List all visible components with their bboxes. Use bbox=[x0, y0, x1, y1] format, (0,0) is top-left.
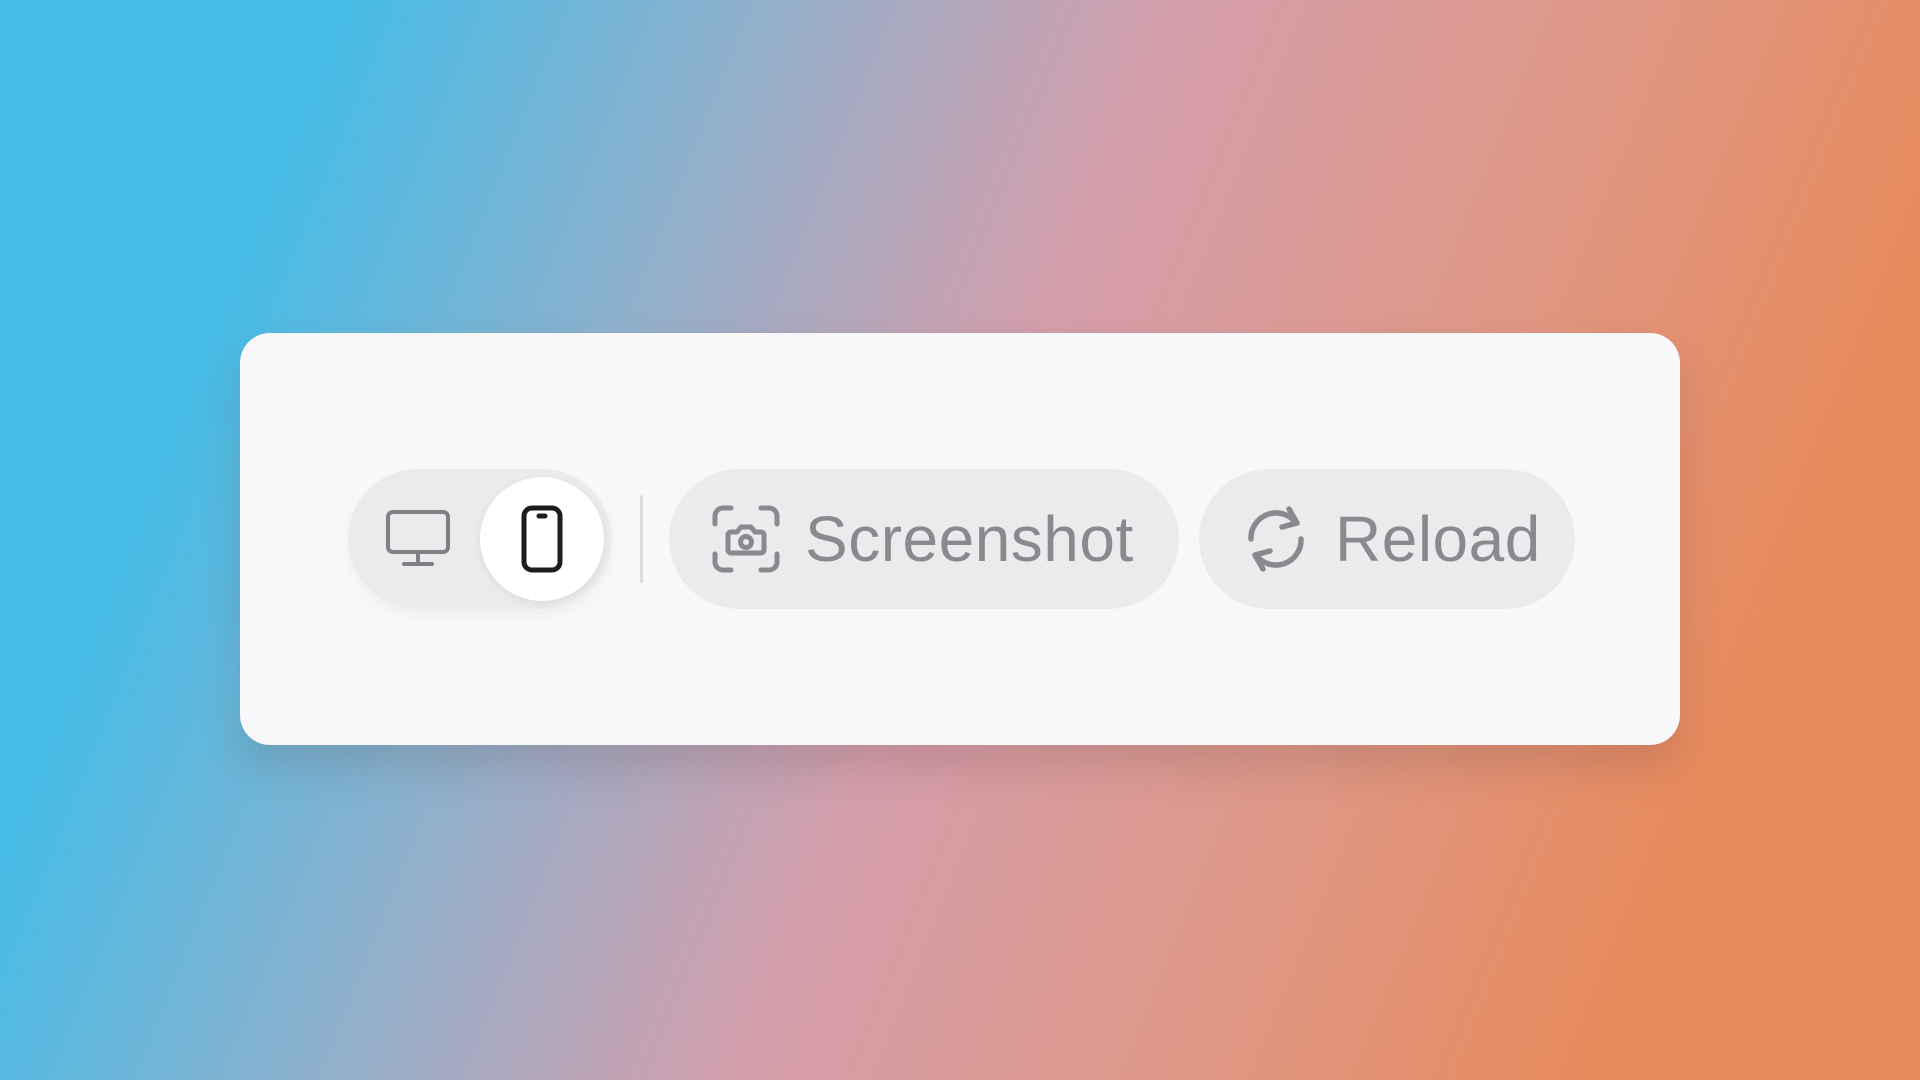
preview-toolbar: Screenshot Reload bbox=[348, 469, 1575, 609]
mobile-view-button[interactable] bbox=[480, 477, 604, 601]
monitor-icon bbox=[383, 504, 453, 574]
toolbar-card: Screenshot Reload bbox=[240, 333, 1680, 745]
camera-icon bbox=[711, 504, 781, 574]
phone-icon bbox=[517, 505, 567, 573]
reload-label: Reload bbox=[1335, 503, 1541, 575]
desktop-view-button[interactable] bbox=[356, 477, 480, 601]
reload-button[interactable]: Reload bbox=[1199, 469, 1575, 609]
screenshot-button[interactable]: Screenshot bbox=[669, 469, 1179, 609]
view-toggle bbox=[348, 469, 612, 609]
toolbar-divider bbox=[640, 495, 643, 583]
screenshot-label: Screenshot bbox=[805, 503, 1134, 575]
reload-icon bbox=[1241, 503, 1311, 575]
